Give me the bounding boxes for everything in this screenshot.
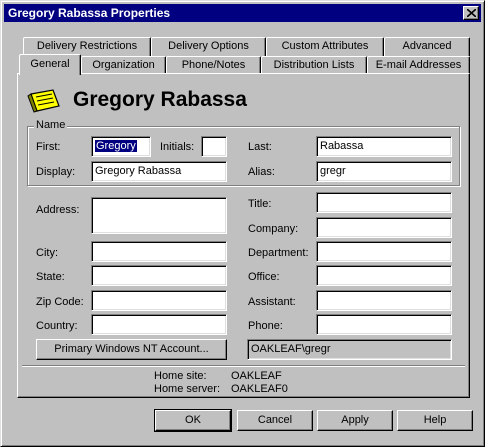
alias-field[interactable]: gregr xyxy=(316,161,452,182)
address-field[interactable] xyxy=(91,197,227,234)
name-group-title: Name xyxy=(34,119,68,131)
display-label: Display: xyxy=(36,166,76,178)
home-server-label: Home server: xyxy=(154,383,221,395)
apply-button[interactable]: Apply xyxy=(317,410,393,431)
home-site-value: OAKLEAF xyxy=(231,370,282,382)
home-site-label: Home site: xyxy=(154,370,207,382)
company-field[interactable] xyxy=(316,217,452,238)
department-field[interactable] xyxy=(316,241,452,262)
tab-custom-attributes[interactable]: Custom Attributes xyxy=(266,37,384,56)
last-name-field[interactable]: Rabassa xyxy=(316,136,452,157)
department-label: Department: xyxy=(248,247,309,259)
title-bar[interactable]: Gregory Rabassa Properties xyxy=(4,4,481,22)
office-field[interactable] xyxy=(316,265,452,286)
mailbox-icon xyxy=(27,86,63,114)
primary-nt-account-button[interactable]: Primary Windows NT Account... xyxy=(36,339,227,360)
divider xyxy=(22,365,465,367)
tab-advanced[interactable]: Advanced xyxy=(384,37,470,56)
help-button[interactable]: Help xyxy=(397,410,473,431)
country-label: Country: xyxy=(36,320,78,332)
phone-label: Phone: xyxy=(248,320,283,332)
city-field[interactable] xyxy=(91,241,227,262)
first-name-field[interactable]: Gregory xyxy=(91,136,151,157)
general-tab-panel: Gregory Rabassa Name First: Gregory Init… xyxy=(17,73,470,398)
window-title: Gregory Rabassa Properties xyxy=(8,6,171,20)
ok-button[interactable]: OK xyxy=(154,409,232,432)
initials-label: Initials: xyxy=(160,141,195,153)
zip-label: Zip Code: xyxy=(36,296,84,308)
title-field[interactable] xyxy=(316,192,452,213)
assistant-field[interactable] xyxy=(316,290,452,311)
assistant-label: Assistant: xyxy=(248,296,296,308)
address-label: Address: xyxy=(36,204,80,216)
phone-field[interactable] xyxy=(316,314,452,335)
first-label: First: xyxy=(36,141,61,153)
city-label: City: xyxy=(36,247,58,259)
office-label: Office: xyxy=(248,271,280,283)
title-label: Title: xyxy=(248,198,272,210)
cancel-button[interactable]: Cancel xyxy=(237,410,313,431)
display-name-field[interactable]: Gregory Rabassa xyxy=(91,161,227,182)
state-label: State: xyxy=(36,271,65,283)
zip-field[interactable] xyxy=(91,290,227,311)
tab-delivery-options[interactable]: Delivery Options xyxy=(151,37,266,56)
initials-field[interactable] xyxy=(201,136,227,157)
company-label: Company: xyxy=(248,223,299,235)
state-field[interactable] xyxy=(91,265,227,286)
country-field[interactable] xyxy=(91,314,227,335)
nt-account-field: OAKLEAF\gregr xyxy=(247,339,452,360)
last-label: Last: xyxy=(248,141,272,153)
alias-label: Alias: xyxy=(248,166,275,178)
tab-general[interactable]: General xyxy=(19,54,81,75)
home-server-value: OAKLEAF0 xyxy=(231,383,288,395)
display-name-heading: Gregory Rabassa xyxy=(73,88,247,111)
close-button[interactable] xyxy=(463,6,479,20)
close-icon xyxy=(467,9,476,17)
properties-dialog: Gregory Rabassa Properties Delivery Rest… xyxy=(0,0,485,447)
